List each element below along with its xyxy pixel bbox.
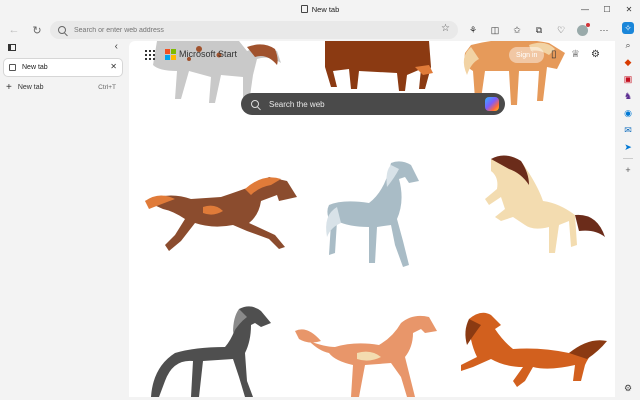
microsoft-logo-icon xyxy=(165,49,176,60)
vertical-tabs-header: ‹ xyxy=(0,41,128,55)
tab-new-tab[interactable]: New tab ✕ xyxy=(4,59,122,76)
new-tab-page: Microsoft Start Sign in ▯ ♕ ⚙ Search the… xyxy=(129,41,615,397)
address-input[interactable] xyxy=(74,26,414,34)
web-search-box[interactable]: Search the web xyxy=(241,93,505,115)
collections-icon[interactable]: ⧉ xyxy=(528,20,550,40)
app-launcher-icon[interactable] xyxy=(145,50,155,60)
maximize-icon[interactable]: ☐ xyxy=(596,0,618,18)
right-sidebar: ✧ ⌕ ◆ ▣ ♞ ◉ ✉ ➤ + ⚙ xyxy=(616,18,640,400)
close-tab-icon[interactable]: ✕ xyxy=(110,62,117,71)
ntp-header: Microsoft Start Sign in ▯ ♕ ⚙ xyxy=(129,41,615,69)
search-placeholder: Search the web xyxy=(269,99,325,109)
add-icon[interactable]: + xyxy=(622,164,634,176)
window-controls: — ☐ ✕ xyxy=(574,0,640,18)
settings-gear-icon[interactable]: ⚙ xyxy=(591,49,600,60)
browser-essentials-icon[interactable]: ♡ xyxy=(550,20,572,40)
favorite-star-icon[interactable]: ☆ xyxy=(441,23,450,34)
browser-window: New tab — ☐ ✕ ← ↻ ☆ ⚘ ◫ ✩ ⧉ ♡ ··· ‹ xyxy=(0,0,640,400)
sign-in-button[interactable]: Sign in xyxy=(509,47,545,63)
horse-brown-galloping xyxy=(145,177,297,251)
collapse-pane-icon[interactable]: ‹ xyxy=(115,41,118,52)
favorites-icon[interactable]: ✩ xyxy=(506,20,528,40)
tab-icon xyxy=(300,5,308,13)
horse-dark-grey xyxy=(151,306,271,397)
tools-icon[interactable]: ▣ xyxy=(622,73,634,85)
extensions-icon[interactable]: ⚘ xyxy=(462,20,484,40)
back-icon[interactable]: ← xyxy=(4,20,24,40)
search-icon xyxy=(58,26,66,34)
new-tab-shortcut: Ctrl+T xyxy=(98,83,116,91)
horse-cream-rearing xyxy=(485,155,605,253)
toolbar-right: ⚘ ◫ ✩ ⧉ ♡ ··· xyxy=(462,19,615,41)
minimize-icon[interactable]: — xyxy=(574,0,596,18)
games-icon[interactable]: ♞ xyxy=(622,90,634,102)
microsoft-365-icon[interactable]: ◉ xyxy=(622,107,634,119)
drop-icon[interactable]: ➤ xyxy=(622,141,634,153)
profile-avatar[interactable] xyxy=(577,22,590,36)
new-tab-label: New tab xyxy=(17,83,44,91)
shopping-icon[interactable]: ◆ xyxy=(622,56,634,68)
title-bar: New tab — ☐ ✕ xyxy=(0,0,640,18)
close-icon[interactable]: ✕ xyxy=(618,0,640,18)
tab-label: New tab xyxy=(22,64,48,71)
plus-icon: + xyxy=(6,81,12,93)
copilot-icon[interactable]: ✧ xyxy=(622,22,634,34)
brand-name[interactable]: Microsoft Start xyxy=(179,49,237,59)
window-title-text: New tab xyxy=(311,4,340,14)
rewards-icon[interactable]: ♕ xyxy=(571,49,580,60)
more-icon[interactable]: ··· xyxy=(593,20,615,40)
sidebar-divider xyxy=(623,158,633,159)
mobile-icon[interactable]: ▯ xyxy=(551,49,557,60)
tab-actions-icon[interactable] xyxy=(8,44,16,51)
outlook-icon[interactable]: ✉ xyxy=(622,124,634,136)
refresh-icon[interactable]: ↻ xyxy=(27,20,47,40)
settings-icon[interactable]: ⚙ xyxy=(622,382,634,394)
tab-page-icon xyxy=(9,64,16,71)
horse-dark-orange xyxy=(461,312,607,387)
horse-grey-blue xyxy=(326,161,419,267)
horse-orange-cream xyxy=(295,315,437,397)
toolbar: ← ↻ ☆ ⚘ ◫ ✩ ⧉ ♡ ··· xyxy=(0,19,616,41)
address-bar[interactable]: ☆ xyxy=(50,21,458,39)
search-icon xyxy=(251,100,259,108)
copilot-icon[interactable] xyxy=(485,97,499,111)
window-title: New tab xyxy=(300,4,340,14)
new-tab-button[interactable]: + New tab Ctrl+T xyxy=(6,81,122,93)
split-screen-icon[interactable]: ◫ xyxy=(484,20,506,40)
vertical-tabs-pane: ‹ New tab ✕ + New tab Ctrl+T xyxy=(0,41,128,400)
search-icon[interactable]: ⌕ xyxy=(622,39,634,51)
